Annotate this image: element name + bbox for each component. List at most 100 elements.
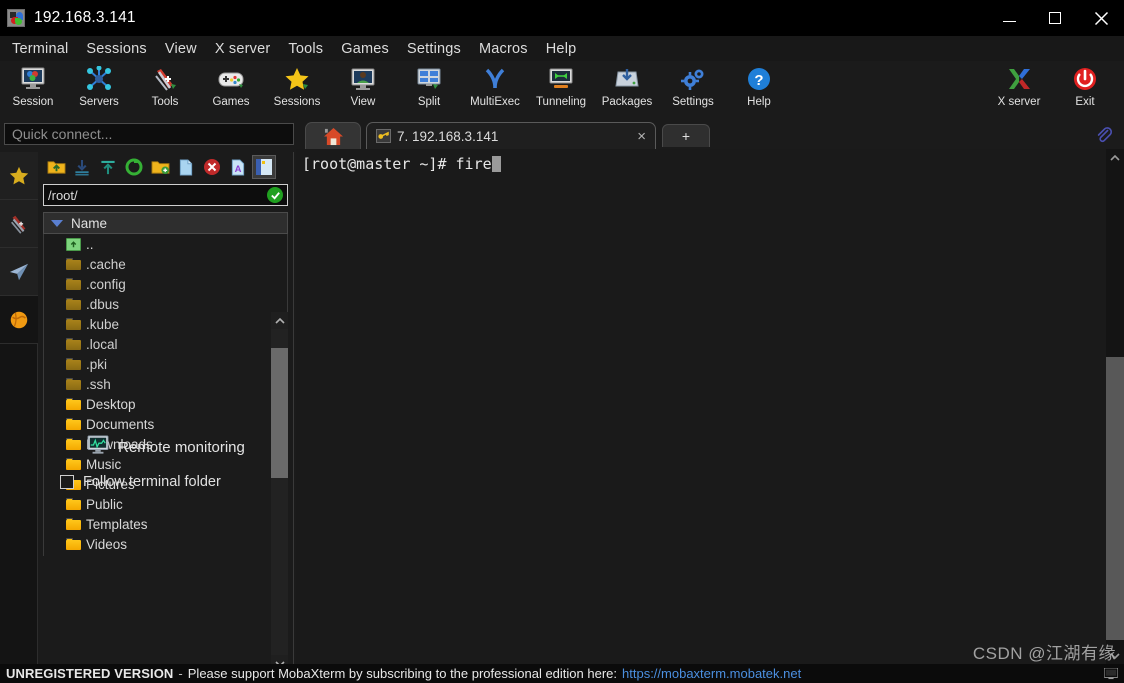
monitor-chart-icon xyxy=(87,434,109,460)
tab-session-1[interactable]: 7. 192.168.3.141 × xyxy=(366,122,656,149)
maximize-button[interactable] xyxy=(1032,0,1078,36)
sort-descending-icon xyxy=(51,219,63,227)
status-bar: UNREGISTERED VERSION - Please support Mo… xyxy=(0,664,1124,683)
sftp-path-field[interactable]: /root/ xyxy=(43,184,288,206)
list-item[interactable]: .dbus xyxy=(44,294,287,314)
toolbar-servers-button[interactable]: Servers xyxy=(66,61,132,116)
menu-tools[interactable]: Tools xyxy=(279,38,332,60)
follow-terminal-folder-row[interactable]: Follow terminal folder xyxy=(60,474,221,490)
list-item[interactable]: Videos xyxy=(44,534,287,554)
sftp-toolbar: A xyxy=(38,152,293,182)
delete-button[interactable] xyxy=(200,155,224,179)
text-editor-button[interactable]: A xyxy=(226,155,250,179)
toolbar-view-button[interactable]: View xyxy=(330,61,396,116)
toolbar-exit-button[interactable]: Exit xyxy=(1052,61,1118,116)
connected-check-icon xyxy=(267,187,283,203)
menu-sessions[interactable]: Sessions xyxy=(77,38,155,60)
toolbar-tools-label: Tools xyxy=(151,96,179,108)
toolbar-servers-label: Servers xyxy=(79,96,119,108)
toolbar-games-button[interactable]: Games xyxy=(198,61,264,116)
toolbar-tunneling-button[interactable]: Tunneling xyxy=(528,61,594,116)
list-item[interactable]: .config xyxy=(44,274,287,294)
main-toolbar: Session Servers Tools Games Sessions Vie… xyxy=(0,61,1124,118)
parent-folder-button[interactable] xyxy=(44,155,68,179)
toolbar-xserver-button[interactable]: X server xyxy=(986,61,1052,116)
new-tab-label: + xyxy=(681,128,691,144)
menu-help[interactable]: Help xyxy=(537,38,586,60)
upload-button[interactable] xyxy=(96,155,120,179)
swiss-knife-icon xyxy=(151,64,179,94)
list-item[interactable]: .ssh xyxy=(44,374,287,394)
toolbar-xserver-label: X server xyxy=(997,96,1041,108)
refresh-button[interactable] xyxy=(122,155,146,179)
list-item[interactable]: .local xyxy=(44,334,287,354)
terminal-scroll-up[interactable] xyxy=(1106,149,1124,166)
toolbar-settings-button[interactable]: Settings xyxy=(660,61,726,116)
remote-monitoring-button[interactable]: Remote monitoring xyxy=(38,430,294,464)
rail-sftp[interactable] xyxy=(0,248,38,296)
refresh-icon xyxy=(125,158,143,176)
new-folder-icon xyxy=(151,161,169,175)
file-column-header[interactable]: Name xyxy=(43,212,288,234)
file-name: .config xyxy=(86,276,126,292)
svg-text:?: ? xyxy=(754,72,763,89)
toolbar-help-button[interactable]: ? Help xyxy=(726,61,792,116)
menu-settings[interactable]: Settings xyxy=(398,38,470,60)
toolbar-sessions-button[interactable]: Sessions xyxy=(264,61,330,116)
terminal-scrollbar-thumb[interactable] xyxy=(1106,357,1124,640)
toolbar-split-button[interactable]: Split xyxy=(396,61,462,116)
file-name: .kube xyxy=(86,316,120,332)
toolbar-packages-label: Packages xyxy=(601,96,653,108)
folder-icon xyxy=(66,538,81,550)
quick-connect-input[interactable]: Quick connect... xyxy=(4,123,294,145)
follow-terminal-folder-checkbox[interactable] xyxy=(60,475,74,489)
new-folder-button[interactable] xyxy=(148,155,172,179)
tab-close-icon[interactable]: × xyxy=(637,129,646,144)
power-exit-icon xyxy=(1071,64,1099,94)
list-item[interactable]: Templates xyxy=(44,514,287,534)
terminal-scrollbar[interactable] xyxy=(1106,149,1124,664)
download-button[interactable] xyxy=(70,155,94,179)
toolbar-session-button[interactable]: Session xyxy=(0,61,66,116)
minimize-button[interactable] xyxy=(986,0,1032,36)
delete-x-icon xyxy=(204,159,220,175)
new-file-button[interactable] xyxy=(174,155,198,179)
list-item[interactable]: .kube xyxy=(44,314,287,334)
terminal-output[interactable]: [root@master ~]# fire xyxy=(296,149,1106,664)
toolbar-packages-button[interactable]: Packages xyxy=(594,61,660,116)
list-item[interactable]: .pki xyxy=(44,354,287,374)
menu-view[interactable]: View xyxy=(156,38,206,60)
file-list-vertical-scrollbar[interactable] xyxy=(271,312,288,672)
toolbar-view-label: View xyxy=(350,96,376,108)
scroll-up-button[interactable] xyxy=(271,312,288,329)
menu-x-server[interactable]: X server xyxy=(206,38,280,60)
tab-home[interactable] xyxy=(305,122,361,149)
parent-directory-icon xyxy=(66,237,81,251)
list-item[interactable]: .. xyxy=(44,234,287,254)
toolbar-tools-button[interactable]: Tools xyxy=(132,61,198,116)
list-item[interactable]: Desktop xyxy=(44,394,287,414)
toolbar-multiexec-button[interactable]: MultiExec xyxy=(462,61,528,116)
menu-terminal[interactable]: Terminal xyxy=(3,38,77,60)
close-button[interactable] xyxy=(1078,0,1124,36)
split-view-toggle[interactable] xyxy=(252,155,276,179)
rail-favorites[interactable] xyxy=(0,152,38,200)
split-panes-icon xyxy=(415,64,443,94)
menu-macros[interactable]: Macros xyxy=(470,38,537,60)
status-url-link[interactable]: https://mobaxterm.mobatek.net xyxy=(622,666,801,681)
paperclip-icon[interactable] xyxy=(1093,124,1115,146)
download-icon xyxy=(75,159,89,175)
file-name: Templates xyxy=(86,516,148,532)
rail-tools[interactable] xyxy=(0,200,38,248)
new-tab-button[interactable]: + xyxy=(662,124,710,147)
folder-icon xyxy=(66,418,81,430)
terminal-scroll-down[interactable] xyxy=(1106,647,1124,664)
folder-icon xyxy=(66,318,81,330)
list-item[interactable]: Public xyxy=(44,494,287,514)
menu-games[interactable]: Games xyxy=(332,38,398,60)
folder-icon xyxy=(66,278,81,290)
rail-macros[interactable] xyxy=(0,296,38,344)
file-list[interactable]: .. .cache .config .dbus .kube .local .pk… xyxy=(43,234,288,556)
left-icon-rail xyxy=(0,152,38,664)
list-item[interactable]: .cache xyxy=(44,254,287,274)
